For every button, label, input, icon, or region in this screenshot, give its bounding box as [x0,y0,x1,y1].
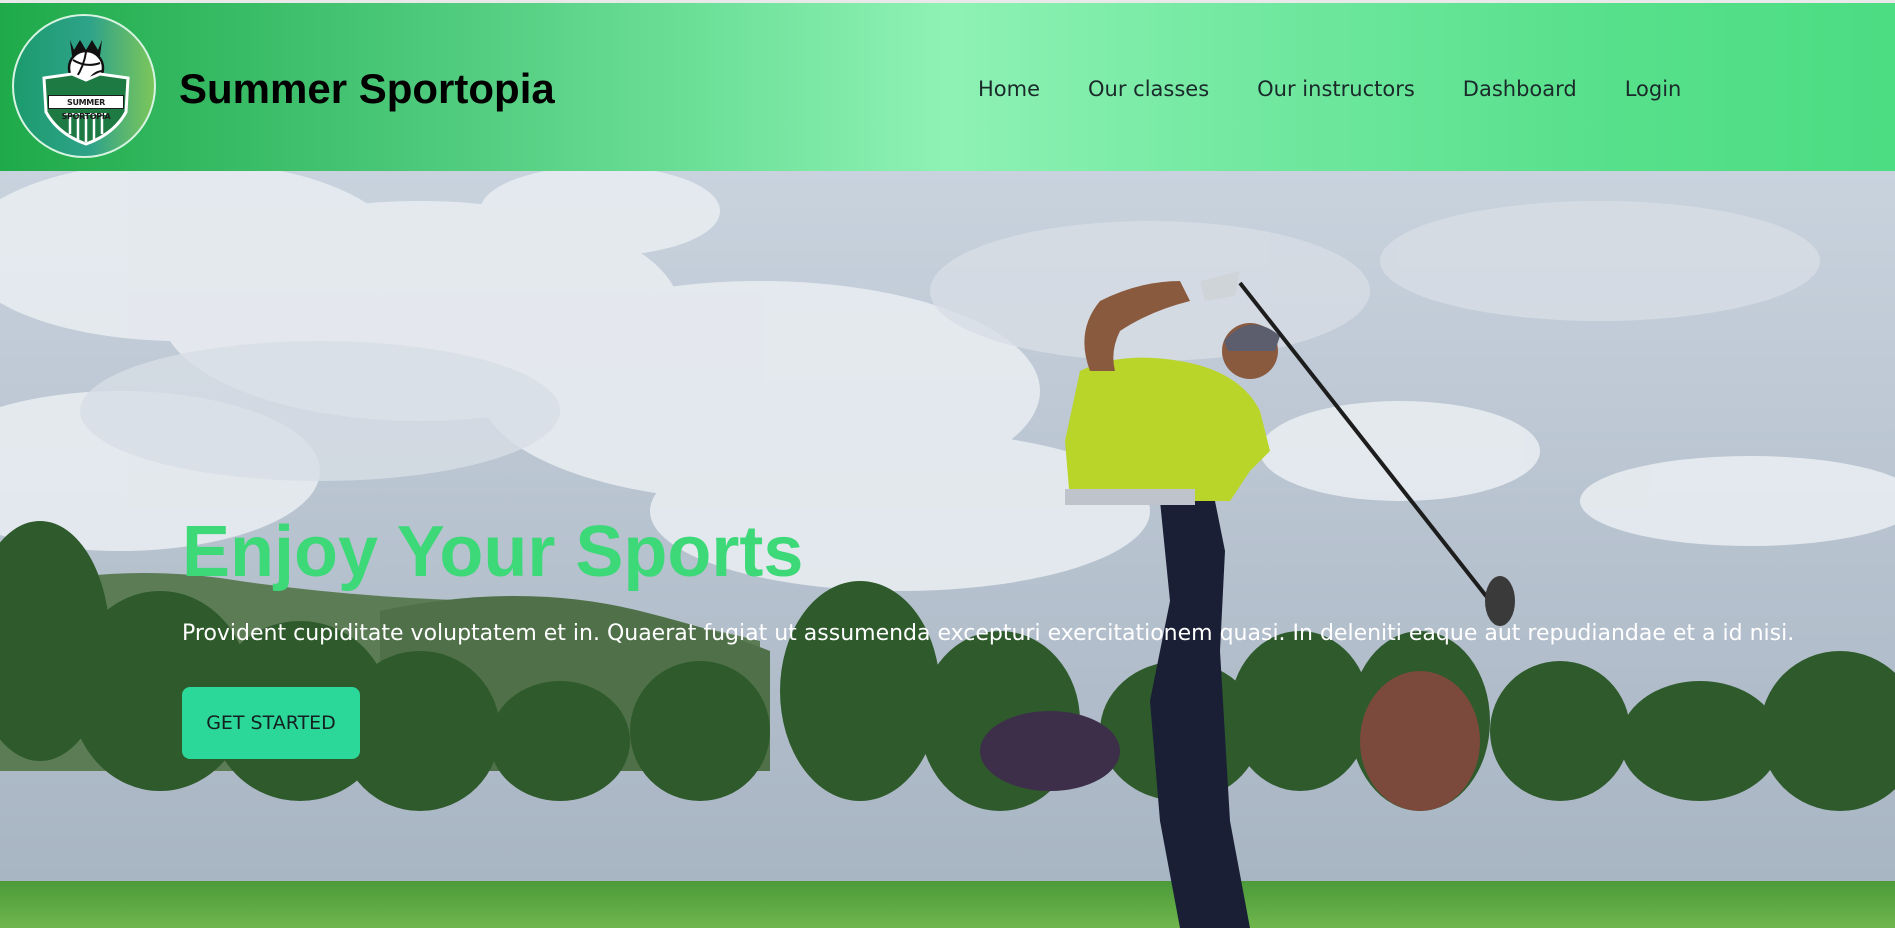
logo-text: SUMMER SPORTOPIA [48,95,124,121]
nav-home[interactable]: Home [978,77,1040,101]
volleyball-crown-shield-icon [42,40,130,146]
logo[interactable]: SUMMER SPORTOPIA [12,14,156,158]
brand-title[interactable]: Summer Sportopia [179,65,555,113]
site-header: SUMMER SPORTOPIA Summer Sportopia Home O… [0,3,1895,171]
nav-our-classes[interactable]: Our classes [1088,77,1209,101]
nav-our-instructors[interactable]: Our instructors [1257,77,1415,101]
hero-banner: Enjoy Your Sports Provident cupiditate v… [0,171,1895,928]
hero-subtitle: Provident cupiditate voluptatem et in. Q… [182,621,1795,646]
nav-login[interactable]: Login [1625,77,1682,101]
get-started-button[interactable]: GET STARTED [182,687,360,759]
main-nav: Home Our classes Our instructors Dashboa… [978,77,1681,101]
nav-dashboard[interactable]: Dashboard [1463,77,1577,101]
hero-title: Enjoy Your Sports [182,512,804,592]
